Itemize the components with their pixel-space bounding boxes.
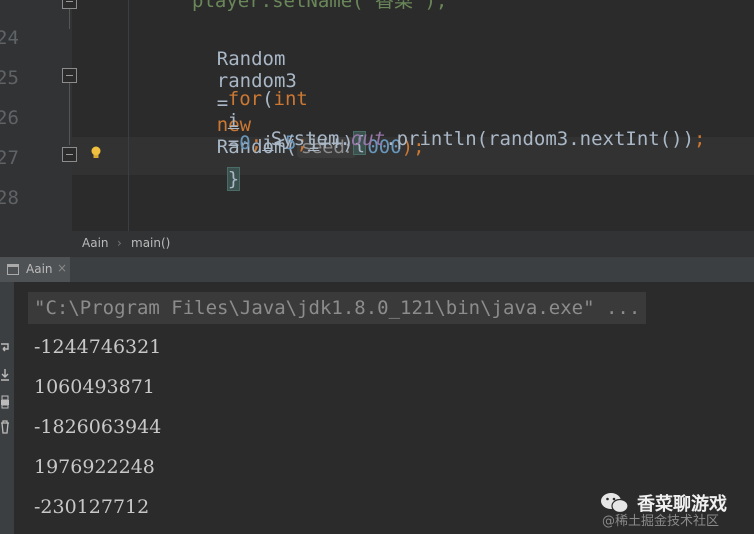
output-line: -1826063944 [34,416,162,438]
code-line-close-brace[interactable]: } [182,146,241,191]
breadcrumb: Aain › main() [0,231,754,256]
fold-marker[interactable] [62,0,77,9]
code-line-random[interactable]: Random random3 = new Random(seed: 1000); [171,26,425,158]
class-token: System. [270,128,351,150]
breadcrumb-method[interactable]: main() [131,236,170,250]
scroll-to-end-icon[interactable] [0,368,10,382]
console-output[interactable]: "C:\Program Files\Java\jdk1.8.0_121\bin\… [0,282,754,534]
punctuation-token: ; [694,128,706,150]
fold-connector [69,83,70,145]
line-number: 28 [0,187,19,209]
code-editor[interactable]: 24 25 26 27 28 player.setName("香菜"); Ran… [0,0,754,231]
breadcrumb-class[interactable]: Aain [82,236,109,250]
java-command-line: "C:\Program Files\Java\jdk1.8.0_121\bin\… [28,292,647,324]
close-icon[interactable]: × [57,261,67,275]
brace-token: } [226,167,241,191]
code-line-partial: player.setName("香菜"); [192,0,448,12]
field-token: out [350,128,386,150]
code-line-for[interactable]: for(int i =0;i<5;i++){ [182,66,367,155]
console-icon [7,264,19,275]
trash-icon[interactable] [0,420,10,434]
watermark-site: @稀土掘金技术社区 [602,514,720,529]
line-number: 26 [0,107,19,129]
fold-connector [69,9,70,29]
print-icon[interactable] [0,395,10,409]
line-number: 24 [0,27,19,49]
output-line: -1244746321 [34,336,162,358]
line-number: 25 [0,67,19,89]
output-line: 1060493871 [34,376,155,398]
run-tab-label: Aain [26,262,53,276]
line-number: 27 [0,147,19,169]
soft-wrap-icon[interactable] [0,342,10,356]
console-toolbar [0,282,14,534]
fold-marker[interactable] [62,147,77,162]
output-line: -230127712 [34,496,150,518]
lightbulb-icon[interactable] [90,146,102,160]
fold-marker[interactable] [62,68,77,83]
run-tool-window-header: Aain × [0,256,754,283]
method-call-token: .println(random3.nextInt()) [385,128,695,150]
breadcrumb-separator: › [117,236,122,250]
output-line: 1976922248 [34,456,155,478]
run-tab[interactable]: Aain × [0,257,70,283]
indent-guide [128,0,129,231]
line-number-gutter[interactable]: 24 25 26 27 28 [0,0,72,231]
code-line-println[interactable]: System.out.println(random3.nextInt()); [225,106,706,150]
